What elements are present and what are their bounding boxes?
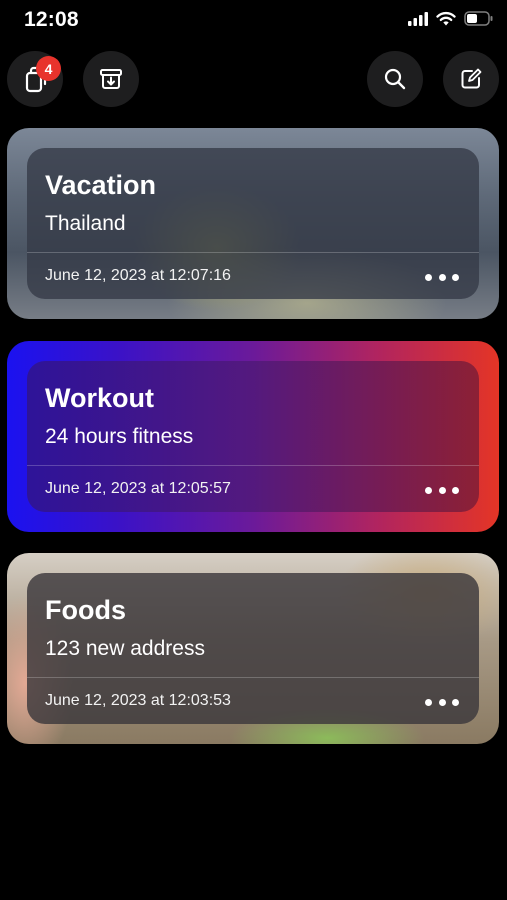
archive-button[interactable] — [83, 51, 139, 107]
divider — [27, 465, 479, 466]
note-title: Vacation — [45, 170, 157, 200]
card-content-panel: Workout 24 hours fitness June 12, 2023 a… — [27, 361, 479, 512]
note-timestamp: June 12, 2023 at 12:05:57 — [45, 480, 231, 497]
search-button[interactable] — [367, 51, 423, 107]
note-card-foods[interactable]: Foods 123 new address June 12, 2023 at 1… — [7, 553, 499, 744]
note-card-workout[interactable]: Workout 24 hours fitness June 12, 2023 a… — [7, 341, 499, 532]
note-timestamp: June 12, 2023 at 12:07:16 — [45, 267, 231, 284]
card-content-panel: Vacation Thailand June 12, 2023 at 12:07… — [27, 148, 479, 299]
note-title: Foods — [45, 595, 126, 625]
more-options-button[interactable] — [425, 692, 459, 712]
cellular-signal-icon — [408, 11, 428, 26]
card-content-panel: Foods 123 new address June 12, 2023 at 1… — [27, 573, 479, 724]
search-icon — [384, 68, 406, 90]
compose-icon — [461, 68, 482, 89]
ellipsis-icon — [425, 273, 432, 281]
note-subtitle: 24 hours fitness — [45, 425, 194, 448]
note-subtitle: 123 new address — [45, 637, 205, 660]
battery-icon — [464, 11, 493, 26]
ellipsis-icon — [425, 698, 432, 706]
ellipsis-icon — [425, 486, 432, 494]
archive-icon — [100, 69, 122, 89]
notification-badge: 4 — [36, 56, 61, 81]
app-screen: 12:08 4 Vacation Thailand June 12, 2023 … — [0, 0, 507, 900]
compose-button[interactable] — [443, 51, 499, 107]
more-options-button[interactable] — [425, 267, 459, 287]
note-card-vacation[interactable]: Vacation Thailand June 12, 2023 at 12:07… — [7, 128, 499, 319]
wifi-icon — [436, 11, 456, 26]
note-timestamp: June 12, 2023 at 12:03:53 — [45, 692, 231, 709]
note-subtitle: Thailand — [45, 212, 126, 235]
note-title: Workout — [45, 383, 154, 413]
status-bar: 12:08 — [0, 0, 507, 40]
status-icons — [408, 11, 493, 26]
status-time: 12:08 — [24, 8, 79, 31]
divider — [27, 252, 479, 253]
divider — [27, 677, 479, 678]
more-options-button[interactable] — [425, 480, 459, 500]
